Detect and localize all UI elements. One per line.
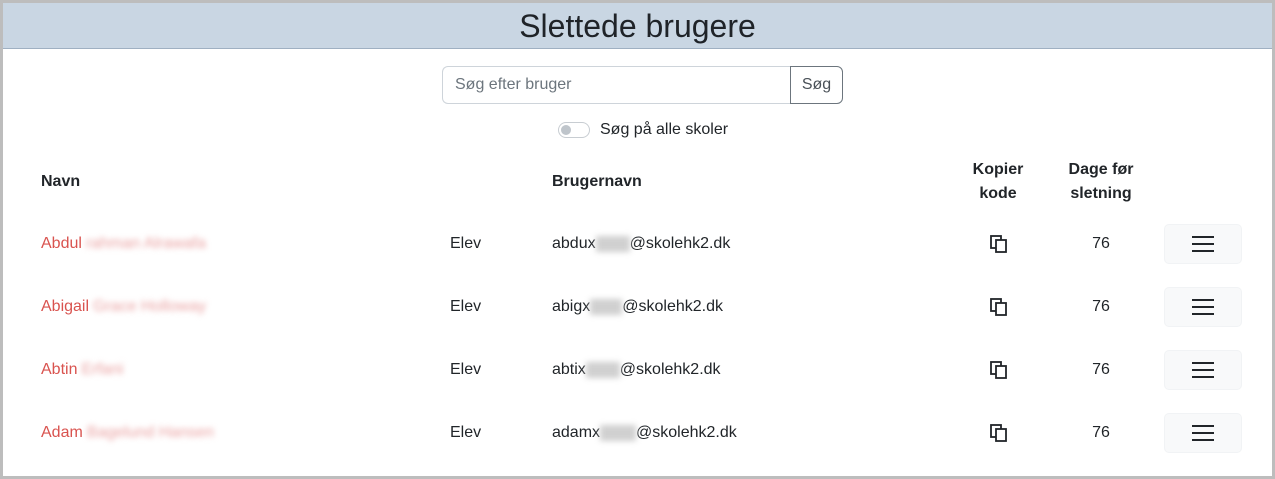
username-redacted bbox=[595, 235, 630, 252]
column-header-name: Navn bbox=[41, 173, 81, 190]
user-first-name: Abtin bbox=[41, 361, 78, 378]
user-name-redacted: Erfani bbox=[81, 361, 124, 378]
column-header-copy-line2: kode bbox=[979, 185, 1017, 202]
user-name-link[interactable]: Abtin Erfani bbox=[41, 360, 123, 380]
column-header-username: Brugernavn bbox=[552, 173, 642, 190]
hamburger-icon bbox=[1192, 425, 1214, 441]
user-name-link[interactable]: Abigail Grace Holloway bbox=[41, 297, 206, 317]
row-menu-button[interactable] bbox=[1164, 224, 1242, 264]
hamburger-icon bbox=[1192, 299, 1214, 315]
username-domain: @skolehk2.dk bbox=[636, 424, 737, 441]
user-role: Elev bbox=[450, 298, 482, 315]
copy-icon[interactable] bbox=[989, 360, 1009, 380]
user-role: Elev bbox=[450, 235, 482, 252]
table-row: Abigail Grace Holloway Elev abigx @skolehk… bbox=[3, 287, 1272, 327]
table-row: Adam Bagelund Hansen Elev adamx @skolehk2.… bbox=[3, 413, 1272, 453]
row-menu-button[interactable] bbox=[1164, 287, 1242, 327]
column-header-days-line1: Dage før bbox=[1068, 161, 1134, 178]
days-before-deletion: 76 bbox=[1092, 298, 1110, 315]
user-first-name: Abdul bbox=[41, 235, 82, 252]
days-before-deletion: 76 bbox=[1092, 424, 1110, 441]
username: abtix @skolehk2.dk bbox=[552, 360, 721, 380]
username-prefix: abtix bbox=[552, 361, 586, 378]
app-window: Slettede brugere Søg Søg på alle skoler … bbox=[0, 0, 1275, 479]
column-header-copy-line1: Kopier bbox=[972, 161, 1024, 178]
username: abigx @skolehk2.dk bbox=[552, 297, 723, 317]
user-first-name: Adam bbox=[41, 424, 83, 441]
username-domain: @skolehk2.dk bbox=[629, 235, 731, 252]
row-menu-button[interactable] bbox=[1164, 350, 1242, 390]
username-redacted bbox=[585, 361, 620, 378]
all-schools-toggle[interactable] bbox=[558, 122, 590, 138]
table-row: Abtin Erfani Elev abtix @skolehk2.dk 76 bbox=[3, 350, 1272, 390]
days-before-deletion: 76 bbox=[1092, 235, 1110, 252]
all-schools-toggle-label: Søg på alle skoler bbox=[600, 121, 729, 138]
page-title: Slettede brugere bbox=[519, 7, 756, 44]
table-row: Abdul rahman Alrawafa Elev abdux @skolehk2… bbox=[3, 224, 1272, 264]
copy-icon[interactable] bbox=[989, 297, 1009, 317]
copy-icon[interactable] bbox=[989, 423, 1009, 443]
username-prefix: adamx bbox=[552, 424, 601, 441]
search-input[interactable] bbox=[442, 66, 790, 104]
user-name-link[interactable]: Adam Bagelund Hansen bbox=[41, 423, 214, 443]
row-menu-button[interactable] bbox=[1164, 413, 1242, 453]
username-redacted bbox=[600, 424, 637, 441]
user-first-name: Abigail bbox=[41, 298, 90, 315]
user-name-redacted: rahman Alrawafa bbox=[85, 235, 206, 252]
copy-icon[interactable] bbox=[989, 234, 1009, 254]
page-header: Slettede brugere bbox=[3, 3, 1272, 49]
user-role: Elev bbox=[450, 361, 482, 378]
user-role: Elev bbox=[450, 424, 482, 441]
username: abdux @skolehk2.dk bbox=[552, 234, 730, 254]
user-name-redacted: Grace Holloway bbox=[93, 298, 206, 315]
username: adamx @skolehk2.dk bbox=[552, 423, 737, 443]
all-schools-toggle-row: Søg på alle skoler bbox=[558, 121, 728, 139]
username-prefix: abdux bbox=[552, 235, 596, 252]
username-redacted bbox=[590, 298, 623, 315]
username-domain: @skolehk2.dk bbox=[619, 361, 721, 378]
username-prefix: abigx bbox=[552, 298, 591, 315]
days-before-deletion: 76 bbox=[1092, 361, 1110, 378]
search-bar: Søg bbox=[442, 66, 843, 104]
search-button[interactable]: Søg bbox=[790, 66, 843, 104]
column-header-days-line2: sletning bbox=[1070, 185, 1132, 202]
username-domain: @skolehk2.dk bbox=[622, 298, 723, 315]
hamburger-icon bbox=[1192, 362, 1214, 378]
user-name-redacted: Bagelund Hansen bbox=[86, 424, 215, 441]
user-name-link[interactable]: Abdul rahman Alrawafa bbox=[41, 234, 206, 254]
toggle-knob bbox=[561, 125, 571, 135]
column-header-days: Dage før sletning bbox=[1051, 158, 1151, 206]
column-header-copy-code: Kopier kode bbox=[958, 158, 1038, 206]
hamburger-icon bbox=[1192, 236, 1214, 252]
